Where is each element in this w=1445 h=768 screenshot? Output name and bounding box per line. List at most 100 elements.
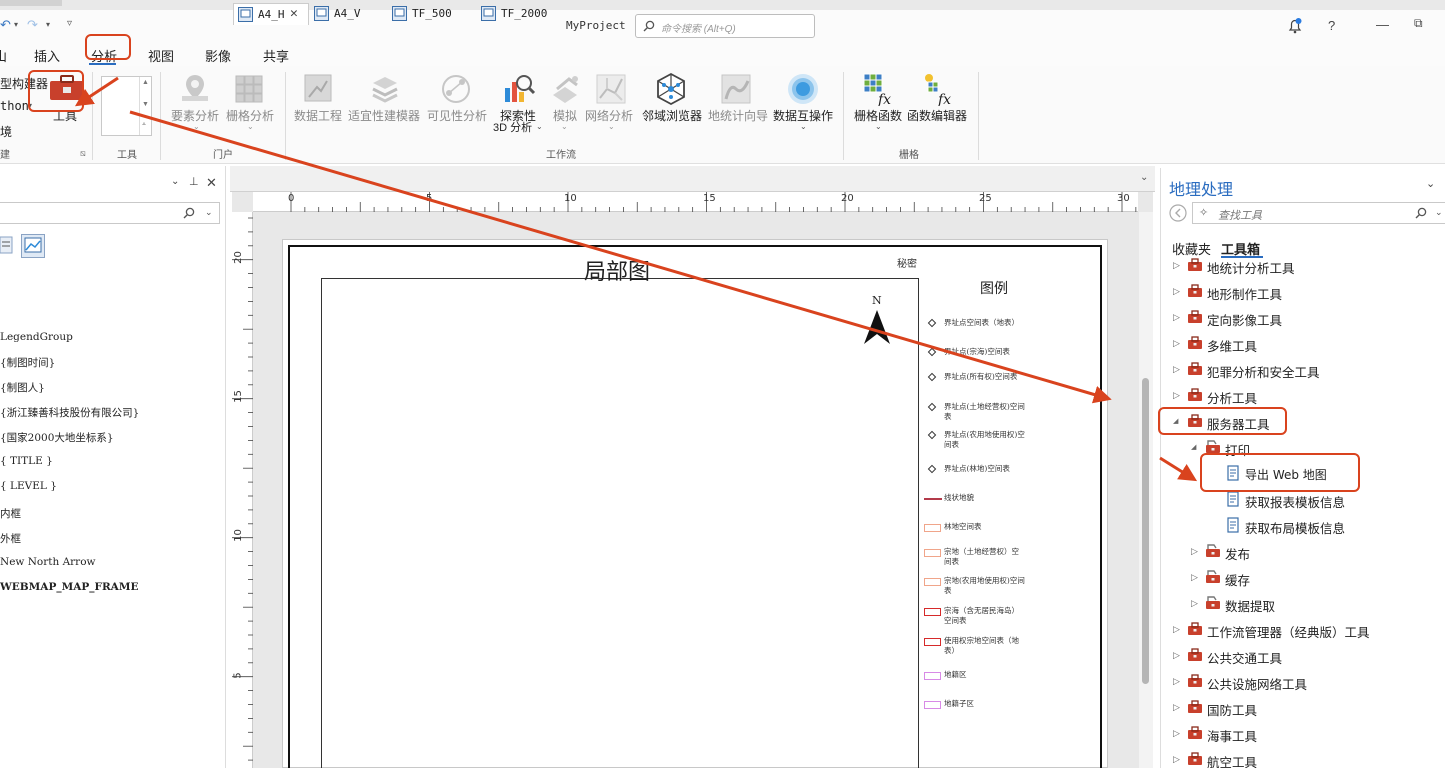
command-search-box[interactable]: 命令搜索 (Alt+Q)	[635, 14, 815, 38]
collapsed-arrow-icon[interactable]: ▷	[1173, 650, 1180, 661]
pane-options-icon[interactable]: ⌄	[171, 176, 179, 187]
redo-dropdown-icon[interactable]: ▾	[46, 20, 50, 29]
back-icon[interactable]	[1169, 204, 1187, 222]
north-arrow-icon[interactable]	[864, 310, 890, 346]
tree-toolbox-item[interactable]: ▷ 分析工具	[1161, 383, 1445, 409]
raster-functions-button[interactable]: fx 栅格函数 ⌄	[852, 70, 904, 134]
customize-toolbar-icon[interactable]: ▿	[67, 18, 72, 29]
tree-toolbox-item[interactable]: ▷ 工作流管理器（经典版）工具	[1161, 617, 1445, 643]
collapsed-arrow-icon[interactable]: ▷	[1173, 286, 1180, 297]
search-dropdown-icon[interactable]: ⌄	[1435, 207, 1443, 218]
menu-view[interactable]: 视图	[148, 46, 174, 65]
gallery-scroll[interactable]: ▲ ▼ ⩡	[139, 77, 151, 135]
layout-element-item[interactable]: { TITLE }	[0, 455, 53, 467]
collapsed-arrow-icon[interactable]: ▷	[1173, 754, 1180, 765]
layout-element-item[interactable]: {制图人}	[0, 380, 45, 395]
tree-toolbox-item[interactable]: ▷ 海事工具	[1161, 721, 1445, 747]
tab-tf-500[interactable]: TF_500	[388, 3, 474, 25]
close-tab-icon[interactable]: ✕	[290, 6, 298, 21]
restore-icon[interactable]: ⧉	[1414, 16, 1423, 31]
simulation-button[interactable]: 模拟 ⌄	[548, 70, 582, 134]
tab-favorites[interactable]: 收藏夹	[1172, 239, 1211, 258]
menu-share[interactable]: 共享	[263, 46, 289, 65]
tree-tool-item[interactable]: 获取布局模板信息	[1161, 513, 1445, 539]
visibility-analysis-button[interactable]: 可见性分析	[425, 70, 489, 130]
tree-toolbox-item[interactable]: ▷ 地形制作工具	[1161, 279, 1445, 305]
collapsed-arrow-icon[interactable]: ▷	[1173, 364, 1180, 375]
pin-icon[interactable]: ⊥	[189, 175, 199, 188]
pane-options-icon[interactable]: ⌄	[1426, 177, 1435, 190]
tabs-overflow-icon[interactable]: ⌄	[1140, 172, 1148, 183]
find-tools-input[interactable]: ✧ 查找工具 ⌄	[1192, 202, 1445, 224]
tree-toolbox-item[interactable]: ▷ 航空工具	[1161, 747, 1445, 768]
tab-tf-2000[interactable]: TF_2000	[477, 3, 567, 25]
tree-toolbox-item[interactable]: ▷ 定向影像工具	[1161, 305, 1445, 331]
collapsed-arrow-icon[interactable]: ▷	[1173, 728, 1180, 739]
tree-toolbox-item[interactable]: ▷ 国防工具	[1161, 695, 1445, 721]
contents-search-input[interactable]: ⌄	[0, 202, 220, 224]
close-pane-icon[interactable]: ✕	[206, 175, 217, 191]
collapsed-arrow-icon[interactable]: ▷	[1173, 260, 1180, 271]
redo-icon[interactable]: ↷	[27, 17, 38, 33]
collapsed-arrow-icon[interactable]: ▷	[1191, 598, 1198, 609]
tree-toolbox-item[interactable]: ▷ 多维工具	[1161, 331, 1445, 357]
layout-title[interactable]: 局部图	[584, 254, 650, 286]
map-frame[interactable]	[321, 278, 919, 768]
geostatistical-wizard-button[interactable]: 地统计向导	[706, 70, 770, 130]
tree-toolbox-item[interactable]: ▷ 公共设施网络工具	[1161, 669, 1445, 695]
layout-element-item[interactable]: {制图时间}	[0, 355, 55, 370]
tab-a4-h[interactable]: A4_H ✕	[233, 3, 309, 25]
dialog-launcher-icon[interactable]: ⧅	[80, 148, 86, 159]
undo-dropdown-icon[interactable]: ▾	[14, 20, 18, 29]
menu-insert[interactable]: 插入	[34, 46, 60, 65]
collapsed-arrow-icon[interactable]: ▷	[1191, 572, 1198, 583]
gallery-expand-icon[interactable]: ⩡	[142, 121, 146, 129]
layout-element-item[interactable]: { LEVEL }	[0, 480, 57, 492]
tree-toolset-item[interactable]: ▷ 数据提取	[1161, 591, 1445, 617]
tree-toolbox-item[interactable]: ▷ 公共交通工具	[1161, 643, 1445, 669]
menu-item-partial[interactable]: 山	[0, 46, 7, 65]
ribbon-python-partial[interactable]: thon	[0, 99, 29, 113]
ribbon-environments-partial[interactable]: 境	[0, 123, 12, 140]
minimize-icon[interactable]: —	[1376, 17, 1389, 32]
undo-icon[interactable]: ↶	[0, 17, 11, 33]
collapsed-arrow-icon[interactable]: ▷	[1173, 390, 1180, 401]
collapsed-arrow-icon[interactable]: ▷	[1173, 312, 1180, 323]
tree-toolbox-item[interactable]: ▷ 犯罪分析和安全工具	[1161, 357, 1445, 383]
tree-toolset-item[interactable]: ▷ 发布	[1161, 539, 1445, 565]
gallery-down-icon[interactable]: ▼	[142, 101, 149, 108]
search-dropdown-icon[interactable]: ⌄	[205, 207, 213, 218]
tab-a4-v[interactable]: A4_V	[310, 3, 384, 25]
exploratory-3d-analysis-button[interactable]: 探索性 3D 分析 ⌄	[492, 70, 544, 134]
layout-element-item[interactable]: 内框	[0, 506, 21, 521]
secret-label[interactable]: 秘密	[897, 255, 917, 270]
feature-analysis-button[interactable]: 要素分析 ⌄	[168, 70, 222, 134]
scrollbar-thumb[interactable]	[1142, 378, 1149, 684]
neighborhood-explorer-button[interactable]: 邻域浏览器	[640, 70, 704, 130]
collapsed-arrow-icon[interactable]: ▷	[1191, 546, 1198, 557]
list-by-drawing-order-icon[interactable]	[0, 235, 14, 257]
collapsed-arrow-icon[interactable]: ▷	[1173, 702, 1180, 713]
list-by-layout-element-icon[interactable]	[21, 234, 45, 258]
layout-element-item[interactable]: {国家2000大地坐标系}	[0, 430, 114, 445]
layout-element-item[interactable]: LegendGroup	[0, 331, 73, 343]
layout-element-item[interactable]: WEBMAP_MAP_FRAME	[0, 581, 138, 593]
tree-toolbox-item[interactable]: ▷ 地统计分析工具	[1161, 258, 1445, 279]
help-icon[interactable]: ?	[1328, 18, 1335, 33]
collapsed-arrow-icon[interactable]: ▷	[1173, 338, 1180, 349]
layout-element-item[interactable]: {浙江臻善科技股份有限公司}	[0, 405, 139, 420]
layout-element-item[interactable]: New North Arrow	[0, 556, 96, 568]
suitability-modeler-button[interactable]: 适宜性建模器	[346, 70, 424, 130]
tools-gallery[interactable]: ▲ ▼ ⩡	[101, 76, 152, 136]
data-engineering-button[interactable]: 数据工程	[292, 70, 344, 130]
raster-analysis-button[interactable]: 栅格分析 ⌄	[224, 70, 276, 134]
legend[interactable]: 界址点空间表（地表） 界址点(宗海)空间表 界址点(所有权)空间表 界址点(土地经营权…	[924, 310, 1028, 730]
collapsed-arrow-icon[interactable]: ▷	[1173, 676, 1180, 687]
tree-toolset-item[interactable]: ▷ 缓存	[1161, 565, 1445, 591]
function-editor-button[interactable]: fx 函数编辑器	[906, 70, 970, 130]
network-analysis-button[interactable]: 网络分析 ⌄	[583, 70, 637, 134]
menu-imagery[interactable]: 影像	[205, 46, 231, 65]
collapsed-arrow-icon[interactable]: ▷	[1173, 624, 1180, 635]
notification-bell-icon[interactable]	[1286, 17, 1304, 35]
gallery-up-icon[interactable]: ▲	[142, 79, 149, 86]
